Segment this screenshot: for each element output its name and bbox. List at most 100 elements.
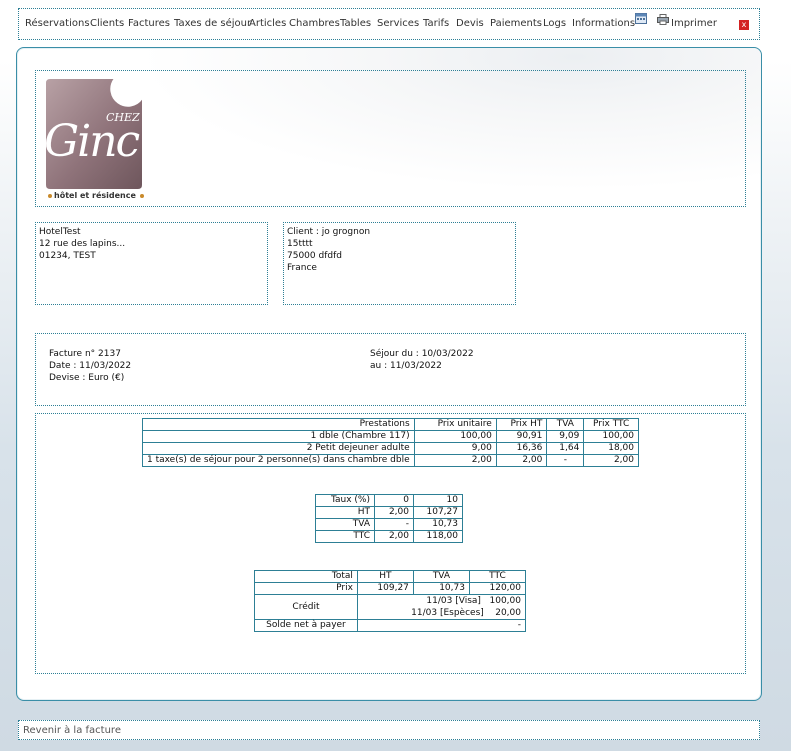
- cell: 2 Petit dejeuner adulte: [142, 442, 415, 455]
- table-header-row: Total HT TVA TTC: [254, 570, 527, 583]
- header-prix-ht: Prix HT: [495, 418, 548, 431]
- logo-tagline: hôtel et résidence: [54, 191, 136, 200]
- hotel-city: 01234, TEST: [39, 251, 96, 261]
- invoice-details: Prestations Prix unitaire Prix HT TVA Pr…: [35, 413, 746, 674]
- table-row: Prix 109,27 10,73 120,00: [254, 582, 527, 595]
- nav-tables[interactable]: Tables: [340, 18, 371, 29]
- cell: 1 dble (Chambre 117): [142, 430, 415, 443]
- cell: TTC: [315, 530, 375, 543]
- hotel-logo: CHEZ Ginc hôtel et résidence: [42, 77, 152, 203]
- nav-clients[interactable]: Clients: [90, 18, 124, 29]
- nav-informations[interactable]: Informations: [572, 18, 635, 29]
- header-rate-10: 10: [413, 494, 463, 507]
- invoice-number: Facture n° 2137: [49, 349, 121, 359]
- logo-dot-left: [48, 194, 52, 198]
- invoice-info: Facture n° 2137 Date : 11/03/2022 Devise…: [35, 333, 746, 406]
- cell: 2,00: [495, 454, 548, 467]
- cell: 107,27: [413, 506, 463, 519]
- price-label: Prix: [254, 582, 358, 595]
- client-line2: 15tttt: [287, 239, 313, 249]
- credit-label-text: 11/03 [Espèces]: [411, 608, 484, 618]
- credit-amount: 20,00: [495, 608, 521, 618]
- back-to-invoice-link[interactable]: Revenir à la facture: [23, 725, 121, 736]
- table-row: Solde net à payer -: [254, 619, 527, 632]
- client-country: France: [287, 263, 317, 273]
- client-name: Client : jo grognon: [287, 227, 371, 237]
- totals-table: Total HT TVA TTC Prix 109,27 10,73 120,0…: [254, 570, 527, 632]
- header-prix-unitaire: Prix unitaire: [413, 418, 497, 431]
- calendar-icon[interactable]: [635, 13, 647, 24]
- logo-dot-right: [140, 194, 144, 198]
- tax-rate-table: Taux (%) 0 10 HT 2,00 107,27 TVA - 10,73…: [315, 494, 463, 543]
- price-ht: 109,27: [356, 582, 414, 595]
- stay-to: au : 11/03/2022: [370, 361, 442, 371]
- cell: 1,64: [546, 442, 585, 455]
- header-ht: HT: [356, 570, 414, 583]
- nav-devis[interactable]: Devis: [456, 18, 484, 29]
- table-row: Crédit 11/03 [Visa] 100,00 11/03 [Espèce…: [254, 594, 527, 620]
- balance-value: -: [356, 619, 527, 632]
- hotel-street: 12 rue des lapins...: [39, 239, 126, 249]
- header-tva: TVA: [412, 570, 470, 583]
- balance-label: Solde net à payer: [254, 619, 358, 632]
- credit-details: 11/03 [Visa] 100,00 11/03 [Espèces] 20,0…: [356, 594, 527, 620]
- cell: 2,00: [374, 506, 414, 519]
- cell: -: [546, 454, 585, 467]
- nav-reservations[interactable]: Réservations: [25, 18, 90, 29]
- header-tva: TVA: [546, 418, 585, 431]
- cell: 2,00: [583, 454, 639, 467]
- invoice-date: Date : 11/03/2022: [49, 361, 132, 371]
- table-header-row: Taux (%) 0 10: [315, 494, 463, 507]
- table-header-row: Prestations Prix unitaire Prix HT TVA Pr…: [142, 418, 639, 431]
- header-prestations: Prestations: [142, 418, 415, 431]
- header-ttc: TTC: [468, 570, 527, 583]
- price-tva: 10,73: [412, 582, 470, 595]
- footer-bar: Revenir à la facture: [18, 720, 760, 740]
- cell: 90,91: [495, 430, 548, 443]
- price-ttc: 120,00: [468, 582, 527, 595]
- nav-logs[interactable]: Logs: [543, 18, 566, 29]
- nav-paiements[interactable]: Paiements: [490, 18, 542, 29]
- table-row: 1 dble (Chambre 117) 100,00 90,91 9,09 1…: [142, 430, 639, 443]
- header-taux: Taux (%): [315, 494, 375, 507]
- nav-articles[interactable]: Articles: [249, 18, 286, 29]
- nav-services[interactable]: Services: [377, 18, 419, 29]
- cell: 100,00: [583, 430, 639, 443]
- header-prix-ttc: Prix TTC: [583, 418, 639, 431]
- cell: 9,00: [413, 442, 497, 455]
- header-rate-0: 0: [374, 494, 414, 507]
- cell: 16,36: [495, 442, 548, 455]
- table-row: TVA - 10,73: [315, 518, 463, 531]
- table-row: 2 Petit dejeuner adulte 9,00 16,36 1,64 …: [142, 442, 639, 455]
- nav-factures[interactable]: Factures: [128, 18, 170, 29]
- logo-brand-name: Ginc: [44, 116, 140, 167]
- client-address: Client : jo grognon 15tttt 75000 dfdfd F…: [283, 222, 516, 305]
- hotel-name: HotelTest: [39, 227, 81, 237]
- cell: 18,00: [583, 442, 639, 455]
- stay-from: Séjour du : 10/03/2022: [370, 349, 474, 359]
- credit-line: 11/03 [Espèces] 20,00: [362, 607, 521, 619]
- hotel-address: HotelTest 12 rue des lapins... 01234, TE…: [35, 222, 268, 305]
- credit-amount: 100,00: [489, 596, 522, 606]
- table-row: TTC 2,00 118,00: [315, 530, 463, 543]
- credit-label-text: 11/03 [Visa]: [426, 596, 481, 606]
- nav-chambres[interactable]: Chambres: [289, 18, 340, 29]
- cell: 2,00: [374, 530, 414, 543]
- printer-icon[interactable]: [657, 14, 669, 25]
- print-link[interactable]: Imprimer: [671, 18, 717, 29]
- close-button[interactable]: x: [739, 20, 749, 30]
- nav-tarifs[interactable]: Tarifs: [423, 18, 449, 29]
- client-line3: 75000 dfdfd: [287, 251, 342, 261]
- cell: 118,00: [413, 530, 463, 543]
- services-table: Prestations Prix unitaire Prix HT TVA Pr…: [142, 418, 639, 467]
- logo-box: CHEZ Ginc hôtel et résidence: [35, 70, 746, 207]
- header-total: Total: [254, 570, 358, 583]
- cell: 2,00: [413, 454, 497, 467]
- table-row: HT 2,00 107,27: [315, 506, 463, 519]
- cell: 9,09: [546, 430, 585, 443]
- cell: 100,00: [413, 430, 497, 443]
- table-row: 1 taxe(s) de séjour pour 2 personne(s) d…: [142, 454, 639, 467]
- nav-taxes-sejour[interactable]: Taxes de séjour: [174, 18, 251, 29]
- credit-label: Crédit: [254, 594, 358, 620]
- cell: -: [374, 518, 414, 531]
